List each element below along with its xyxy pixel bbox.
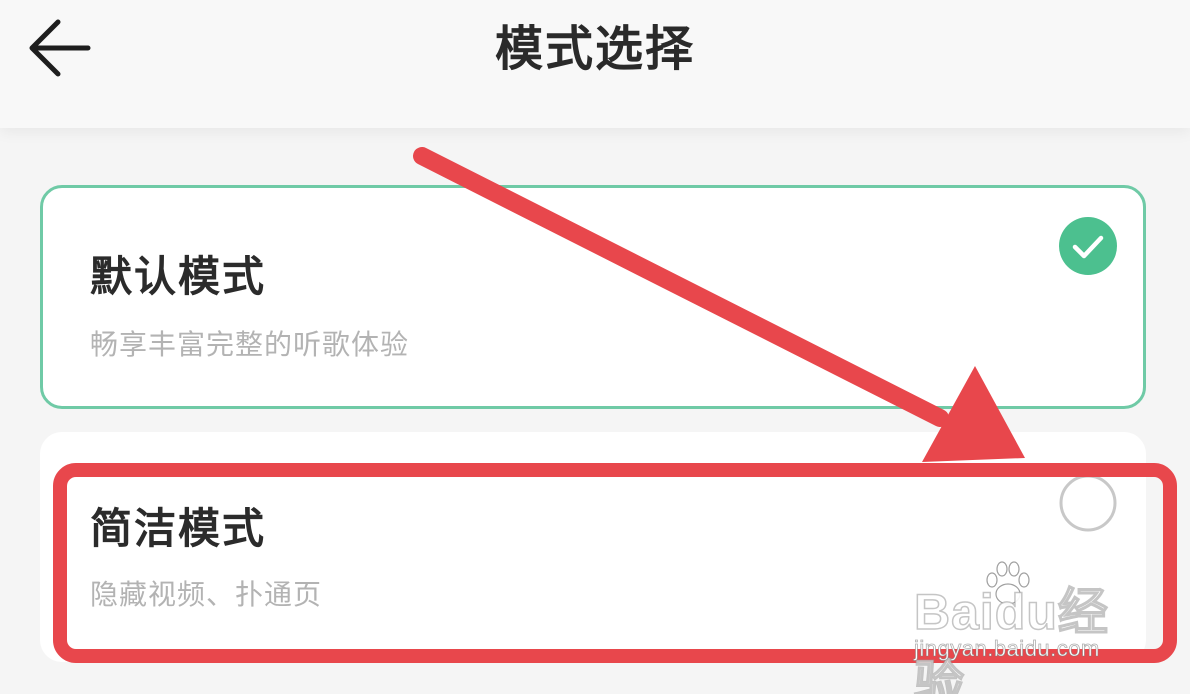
check-circle-icon[interactable] bbox=[1058, 216, 1118, 276]
mode-description: 隐藏视频、扑通页 bbox=[90, 578, 323, 611]
mode-option-simple[interactable]: 简洁模式 隐藏视频、扑通页 bbox=[40, 432, 1146, 662]
page-title: 模式选择 bbox=[494, 21, 695, 77]
mode-description: 畅享丰富完整的听歌体验 bbox=[90, 328, 410, 361]
mode-option-default[interactable]: 默认模式 畅享丰富完整的听歌体验 bbox=[40, 185, 1146, 409]
mode-selection-screen: 模式选择 默认模式 畅享丰富完整的听歌体验 简洁模式 隐藏视频、扑通页 Baid… bbox=[0, 0, 1190, 694]
mode-title: 默认模式 bbox=[90, 252, 267, 301]
mode-title: 简洁模式 bbox=[90, 504, 267, 553]
empty-circle-icon[interactable] bbox=[1058, 473, 1118, 533]
top-bar: 模式选择 bbox=[0, 0, 1190, 128]
